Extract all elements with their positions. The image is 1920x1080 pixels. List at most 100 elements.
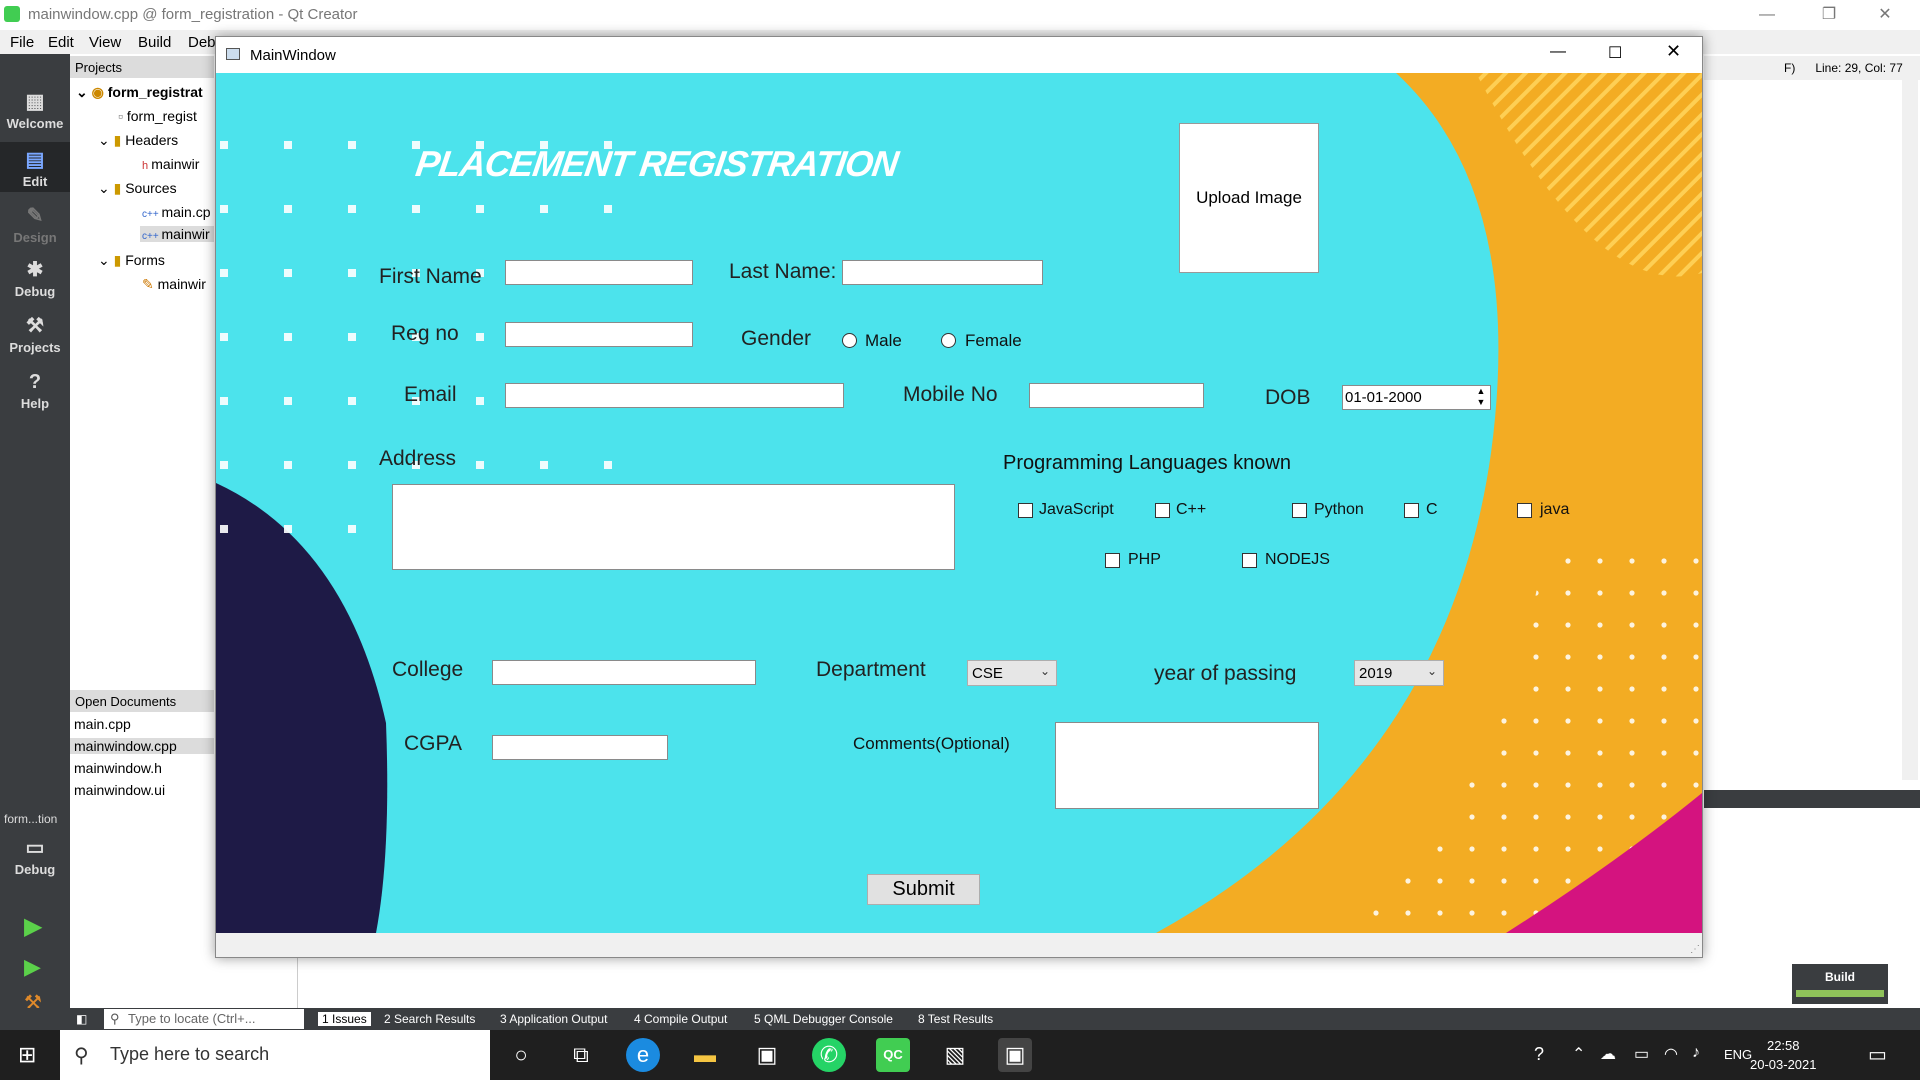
image-viewer-icon[interactable]: ▧: [938, 1038, 972, 1072]
edge-browser-icon[interactable]: e: [626, 1038, 660, 1072]
email-input[interactable]: [505, 383, 844, 408]
cloud-icon[interactable]: ☁: [1600, 1044, 1616, 1064]
menu-file[interactable]: File: [10, 34, 34, 51]
c-checkbox[interactable]: [1404, 503, 1419, 518]
projects-header: Projects: [70, 56, 214, 78]
cpp-file-icon: c++: [142, 231, 162, 242]
mobile-input[interactable]: [1029, 383, 1204, 408]
menu-view[interactable]: View: [89, 34, 121, 51]
windows-start-icon[interactable]: ⊞: [18, 1042, 36, 1068]
tab-test-results[interactable]: 8 Test Results: [918, 1012, 993, 1026]
tab-search-results[interactable]: 2 Search Results: [384, 1012, 475, 1026]
whatsapp-icon[interactable]: ✆: [812, 1038, 846, 1072]
menu-debug[interactable]: Deb: [188, 34, 216, 51]
first-name-input[interactable]: [505, 260, 693, 285]
locator-input[interactable]: Type to locate (Ctrl+...: [104, 1009, 304, 1029]
last-name-label: Last Name:: [729, 260, 837, 283]
battery-icon[interactable]: ▭: [1634, 1044, 1649, 1064]
resize-grip-icon[interactable]: ⋰: [1690, 944, 1700, 955]
close-icon[interactable]: ✕: [1666, 41, 1681, 62]
upload-image-button[interactable]: Upload Image: [1179, 123, 1319, 273]
mode-projects[interactable]: ⚒ Projects: [0, 314, 70, 355]
college-input[interactable]: [492, 660, 756, 685]
open-doc-item[interactable]: mainwindow.h: [74, 760, 162, 776]
tree-sources[interactable]: ⌄ ▮ Sources: [98, 180, 177, 197]
chevron-down-icon: ⌄: [98, 132, 114, 148]
taskbar-clock[interactable]: 22:58 20-03-2021: [1750, 1036, 1817, 1074]
volume-icon[interactable]: ♪: [1692, 1044, 1700, 1062]
nodejs-label: NODEJS: [1265, 551, 1330, 568]
male-radio[interactable]: [842, 333, 857, 348]
comments-textarea[interactable]: [1055, 722, 1319, 809]
python-checkbox[interactable]: [1292, 503, 1307, 518]
mode-welcome[interactable]: ▦ Welcome: [0, 90, 70, 131]
spin-arrows-icon[interactable]: ▲ ▼: [1474, 386, 1488, 408]
tree-source-main[interactable]: c++ main.cp: [142, 204, 211, 220]
last-name-input[interactable]: [842, 260, 1043, 285]
build-progress: Build: [1792, 964, 1888, 1004]
tree-header-file[interactable]: h mainwir: [142, 156, 199, 172]
editor-area[interactable]: [1704, 56, 1920, 1011]
ide-close-icon[interactable]: ✕: [1862, 2, 1908, 28]
store-icon[interactable]: ▣: [750, 1038, 784, 1072]
window-app-icon: [226, 48, 240, 60]
qt-creator-taskbar-icon[interactable]: QC: [876, 1038, 910, 1072]
cgpa-input[interactable]: [492, 735, 668, 760]
department-select[interactable]: CSE ⌄: [967, 660, 1057, 686]
menu-build[interactable]: Build: [138, 34, 171, 51]
chevron-up-icon[interactable]: ⌃: [1572, 1044, 1585, 1064]
tree-forms[interactable]: ⌄ ▮ Forms: [98, 252, 165, 269]
debug-run-icon[interactable]: ▶: [24, 954, 41, 980]
tab-application-output[interactable]: 3 Application Output: [500, 1012, 607, 1026]
dob-date-input[interactable]: 01-01-2000 ▲ ▼: [1342, 385, 1491, 410]
help-icon[interactable]: ?: [1534, 1044, 1544, 1065]
nodejs-checkbox[interactable]: [1242, 553, 1257, 568]
tree-headers[interactable]: ⌄ ▮ Headers: [98, 132, 178, 149]
language-indicator[interactable]: ENG: [1724, 1047, 1752, 1062]
address-label: Address: [379, 447, 457, 470]
tab-issues[interactable]: 1 Issues: [318, 1012, 371, 1026]
notification-icon[interactable]: ▭: [1868, 1042, 1887, 1067]
open-doc-item[interactable]: main.cpp: [74, 716, 131, 732]
tree-form-file[interactable]: ✎ mainwir: [142, 276, 206, 293]
tab-compile-output[interactable]: 4 Compile Output: [634, 1012, 727, 1026]
tree-source-mainwindow[interactable]: c++ mainwir: [140, 226, 214, 242]
kit-selector[interactable]: ▭ Debug: [0, 836, 70, 877]
menu-edit[interactable]: Edit: [48, 34, 74, 51]
run-icon[interactable]: ▶: [24, 912, 42, 941]
address-textarea[interactable]: [392, 484, 955, 570]
wifi-icon[interactable]: ◠: [1664, 1044, 1678, 1064]
project-tree: ⌄ ◉ form_registrat ▫ form_regist ⌄ ▮ Hea…: [70, 78, 214, 688]
line-col-indicator[interactable]: Line: 29, Col: 77: [1815, 61, 1902, 75]
submit-button[interactable]: Submit: [867, 874, 980, 905]
mode-design[interactable]: ✎ Design: [0, 204, 70, 245]
task-view-icon[interactable]: ⧉: [564, 1038, 598, 1072]
form-canvas: PLACEMENT REGISTRATION Upload Image Firs…: [216, 73, 1702, 933]
maximize-icon[interactable]: ☐: [1608, 43, 1622, 63]
php-checkbox[interactable]: [1105, 553, 1120, 568]
project-icon: ◉: [91, 84, 108, 100]
toggle-sidebar-icon[interactable]: ◧: [76, 1012, 87, 1026]
mode-edit[interactable]: ▤ Edit: [0, 142, 70, 192]
cpp-checkbox[interactable]: [1155, 503, 1170, 518]
mainwindow-app-icon[interactable]: ▣: [998, 1038, 1032, 1072]
tab-qml-debugger-console[interactable]: 5 QML Debugger Console: [754, 1012, 893, 1026]
file-explorer-icon[interactable]: ▬: [688, 1038, 722, 1072]
cortana-icon[interactable]: ○: [504, 1038, 538, 1072]
java-checkbox[interactable]: [1517, 503, 1532, 518]
open-doc-item[interactable]: mainwindow.ui: [74, 782, 165, 798]
editor-scrollbar[interactable]: [1902, 80, 1918, 780]
tree-project[interactable]: ⌄ ◉ form_registrat: [76, 84, 203, 101]
ide-restore-icon[interactable]: ❐: [1806, 2, 1852, 28]
year-of-passing-select[interactable]: 2019 ⌄: [1354, 660, 1444, 686]
female-radio[interactable]: [941, 333, 956, 348]
ide-minimize-icon[interactable]: —: [1744, 2, 1790, 28]
open-doc-item[interactable]: mainwindow.cpp: [70, 738, 214, 754]
tree-pro-file[interactable]: ▫ form_regist: [118, 108, 197, 124]
mode-debug[interactable]: ✱ Debug: [0, 258, 70, 299]
mode-help[interactable]: ? Help: [0, 370, 70, 411]
minimize-icon[interactable]: —: [1550, 43, 1566, 61]
javascript-checkbox[interactable]: [1018, 503, 1033, 518]
comments-label: Comments(Optional): [853, 734, 1010, 753]
reg-no-input[interactable]: [505, 322, 693, 347]
